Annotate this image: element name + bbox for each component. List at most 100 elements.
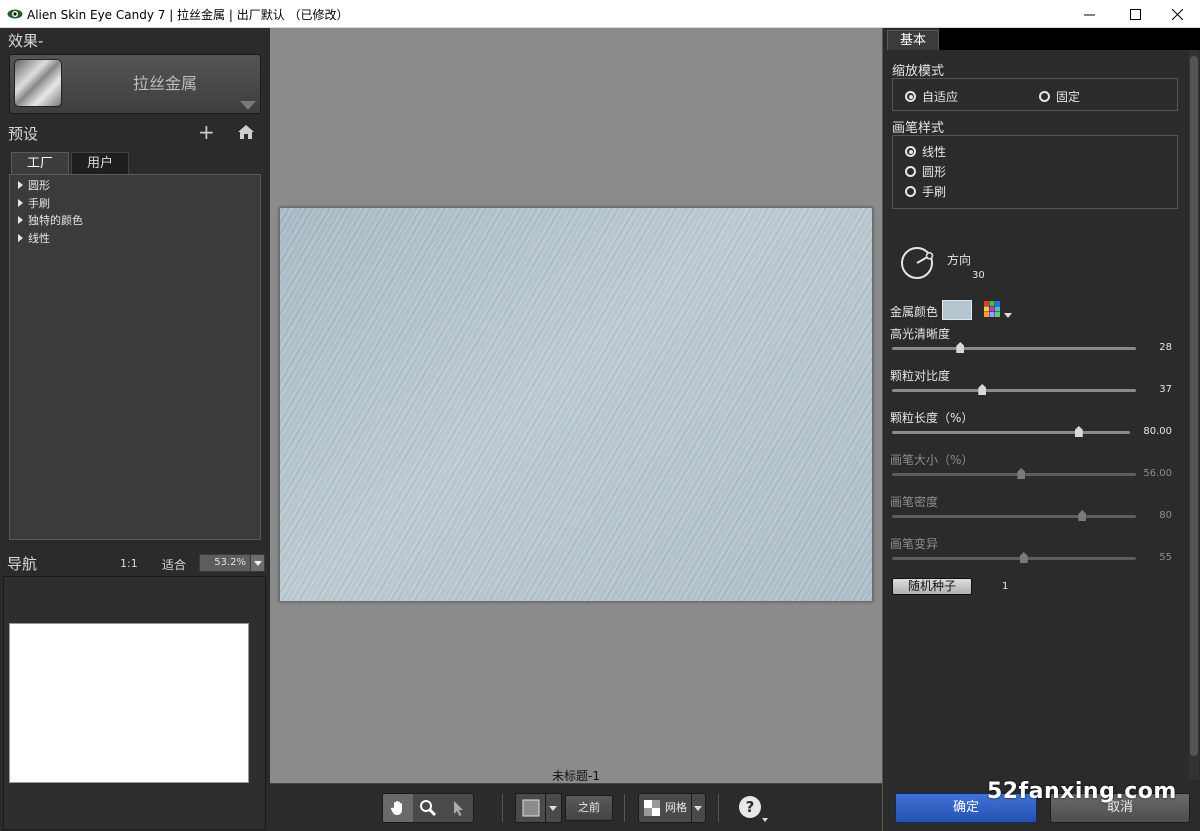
effect-thumbnail bbox=[14, 59, 62, 107]
grain-length-label: 颗粒长度（%） bbox=[890, 411, 974, 425]
tree-item-linear[interactable]: 线性 bbox=[18, 230, 50, 246]
scrollbar-thumb[interactable] bbox=[1190, 56, 1198, 756]
random-seed-button[interactable]: 随机种子 bbox=[892, 578, 972, 595]
grain-length-slider[interactable] bbox=[892, 431, 1130, 434]
brush-density-label: 画笔密度 bbox=[890, 495, 939, 509]
brush-density-slider-handle[interactable] bbox=[1078, 510, 1087, 521]
brush-variation-value[interactable]: 55 bbox=[1159, 552, 1172, 563]
random-seed-value[interactable]: 1 bbox=[1002, 581, 1008, 592]
effect-selector[interactable]: 拉丝金属 bbox=[9, 54, 261, 114]
expand-triangle-icon bbox=[18, 199, 23, 207]
radio-circle bbox=[1039, 91, 1050, 102]
effects-title[interactable]: 效果- bbox=[8, 30, 43, 51]
svg-text:?: ? bbox=[746, 798, 755, 816]
expand-triangle-icon bbox=[18, 181, 23, 189]
grain-contrast-slider[interactable] bbox=[892, 389, 1136, 392]
maximize-button[interactable] bbox=[1112, 0, 1158, 28]
brush-variation-label: 画笔变异 bbox=[890, 537, 939, 551]
scrollbar[interactable] bbox=[1189, 50, 1199, 780]
radio-circle bbox=[905, 166, 916, 177]
chevron-down-icon[interactable] bbox=[1004, 313, 1012, 318]
tab-strip bbox=[939, 28, 1200, 50]
brush-size-slider[interactable] bbox=[892, 473, 1136, 476]
zoom-tool-button[interactable] bbox=[413, 794, 443, 822]
left-panel: 效果- 拉丝金属 预设 + 工厂 用户 圆形 手刷 独特的颜色 线性 导航 1:… bbox=[0, 28, 270, 831]
grid-select[interactable]: 网格 bbox=[638, 793, 706, 823]
brush-style-title: 画笔样式 bbox=[892, 121, 945, 136]
direction-value[interactable]: 30 bbox=[972, 270, 985, 281]
title-bar: Alien Skin Eye Candy 7 | 拉丝金属 | 出厂默认 （已修… bbox=[0, 0, 1200, 28]
zoom-select[interactable]: 53.2% bbox=[199, 554, 265, 572]
grain-length-value[interactable]: 80.00 bbox=[1143, 426, 1172, 437]
tab-user[interactable]: 用户 bbox=[71, 152, 129, 174]
watermark: 52fanxing.com bbox=[987, 779, 1177, 804]
direction-dial[interactable] bbox=[900, 246, 934, 280]
zoom-fit-button[interactable]: 适合 bbox=[162, 556, 186, 573]
brush-variation-slider[interactable] bbox=[892, 557, 1136, 560]
tab-factory[interactable]: 工厂 bbox=[11, 152, 69, 174]
highlight-sharpness-label: 高光清晰度 bbox=[890, 327, 951, 341]
chevron-down-icon[interactable] bbox=[545, 794, 561, 822]
toolbar-divider bbox=[502, 794, 503, 822]
minimize-button[interactable] bbox=[1066, 0, 1112, 28]
preview-area[interactable]: 未标题-1 bbox=[270, 28, 882, 783]
highlight-sharpness-slider-handle[interactable] bbox=[956, 342, 965, 353]
minimize-icon bbox=[1083, 14, 1095, 15]
eye-icon bbox=[7, 9, 23, 19]
grain-contrast-label: 颗粒对比度 bbox=[890, 369, 951, 383]
background-color-select[interactable] bbox=[515, 793, 562, 823]
checker-icon bbox=[639, 794, 665, 822]
arrow-pointer-icon bbox=[454, 801, 463, 816]
window-title: Alien Skin Eye Candy 7 | 拉丝金属 | 出厂默认 （已修… bbox=[27, 8, 349, 22]
settings-pane: 缩放模式 自适应 固定 画笔样式 线性 圆形 手刷 方向 30 金属颜色 高光清… bbox=[886, 50, 1186, 780]
background-swatch[interactable] bbox=[516, 794, 545, 822]
navigator-title: 导航 bbox=[7, 555, 38, 573]
radio-circle-style[interactable]: 圆形 bbox=[905, 163, 946, 180]
highlight-sharpness-slider[interactable] bbox=[892, 347, 1136, 350]
before-button[interactable]: 之前 bbox=[565, 795, 613, 821]
dropdown-arrow-icon bbox=[240, 101, 256, 110]
chevron-down-icon[interactable] bbox=[691, 794, 705, 822]
close-icon bbox=[1171, 8, 1183, 20]
metal-color-label: 金属颜色 bbox=[890, 305, 939, 319]
color-grid-icon[interactable] bbox=[984, 301, 1000, 317]
tree-item-hand-brush[interactable]: 手刷 bbox=[18, 195, 50, 211]
expand-triangle-icon bbox=[18, 234, 23, 242]
radio-fixed[interactable]: 固定 bbox=[1039, 88, 1080, 105]
tree-item-unique-colors[interactable]: 独特的颜色 bbox=[18, 212, 83, 228]
brushed-metal-preview[interactable] bbox=[279, 207, 873, 602]
tree-item-circle[interactable]: 圆形 bbox=[18, 177, 50, 193]
add-preset-button[interactable]: + bbox=[198, 122, 215, 142]
highlight-sharpness-value[interactable]: 28 bbox=[1159, 342, 1172, 353]
gray-square-icon bbox=[522, 799, 540, 817]
tab-basic[interactable]: 基本 bbox=[887, 30, 939, 50]
brush-variation-slider-handle[interactable] bbox=[1019, 552, 1028, 563]
right-panel: 基本 缩放模式 自适应 固定 画笔样式 线性 圆形 手刷 方向 30 金属颜色 … bbox=[882, 28, 1200, 831]
grain-contrast-slider-handle[interactable] bbox=[978, 384, 987, 395]
metal-color-swatch[interactable] bbox=[942, 300, 972, 320]
toolbar-divider bbox=[624, 794, 625, 822]
hand-icon bbox=[390, 801, 402, 815]
navigator-area[interactable] bbox=[3, 576, 266, 830]
zoom-1to1-button[interactable]: 1:1 bbox=[120, 557, 138, 570]
grain-contrast-value[interactable]: 37 bbox=[1159, 384, 1172, 395]
radio-hand-brush[interactable]: 手刷 bbox=[905, 183, 946, 200]
close-button[interactable] bbox=[1154, 0, 1200, 28]
grain-length-slider-handle[interactable] bbox=[1074, 426, 1083, 437]
home-icon[interactable] bbox=[237, 124, 255, 140]
document-name: 未标题-1 bbox=[552, 769, 600, 783]
direction-label: 方向 bbox=[947, 253, 972, 267]
brush-size-value[interactable]: 56.00 bbox=[1143, 468, 1172, 479]
scale-mode-group: 自适应 固定 bbox=[892, 78, 1178, 111]
preset-tree: 圆形 手刷 独特的颜色 线性 bbox=[9, 174, 261, 540]
chevron-down-icon bbox=[250, 555, 264, 571]
radio-linear[interactable]: 线性 bbox=[905, 143, 946, 160]
navigator-preview[interactable] bbox=[9, 623, 249, 783]
brush-density-value[interactable]: 80 bbox=[1159, 510, 1172, 521]
brush-density-slider[interactable] bbox=[892, 515, 1136, 518]
hand-tool-button[interactable] bbox=[383, 794, 413, 822]
select-tool-button[interactable] bbox=[443, 794, 473, 822]
help-icon[interactable]: ? bbox=[738, 794, 770, 824]
brush-size-slider-handle[interactable] bbox=[1017, 468, 1026, 479]
radio-adaptive[interactable]: 自适应 bbox=[905, 88, 958, 105]
